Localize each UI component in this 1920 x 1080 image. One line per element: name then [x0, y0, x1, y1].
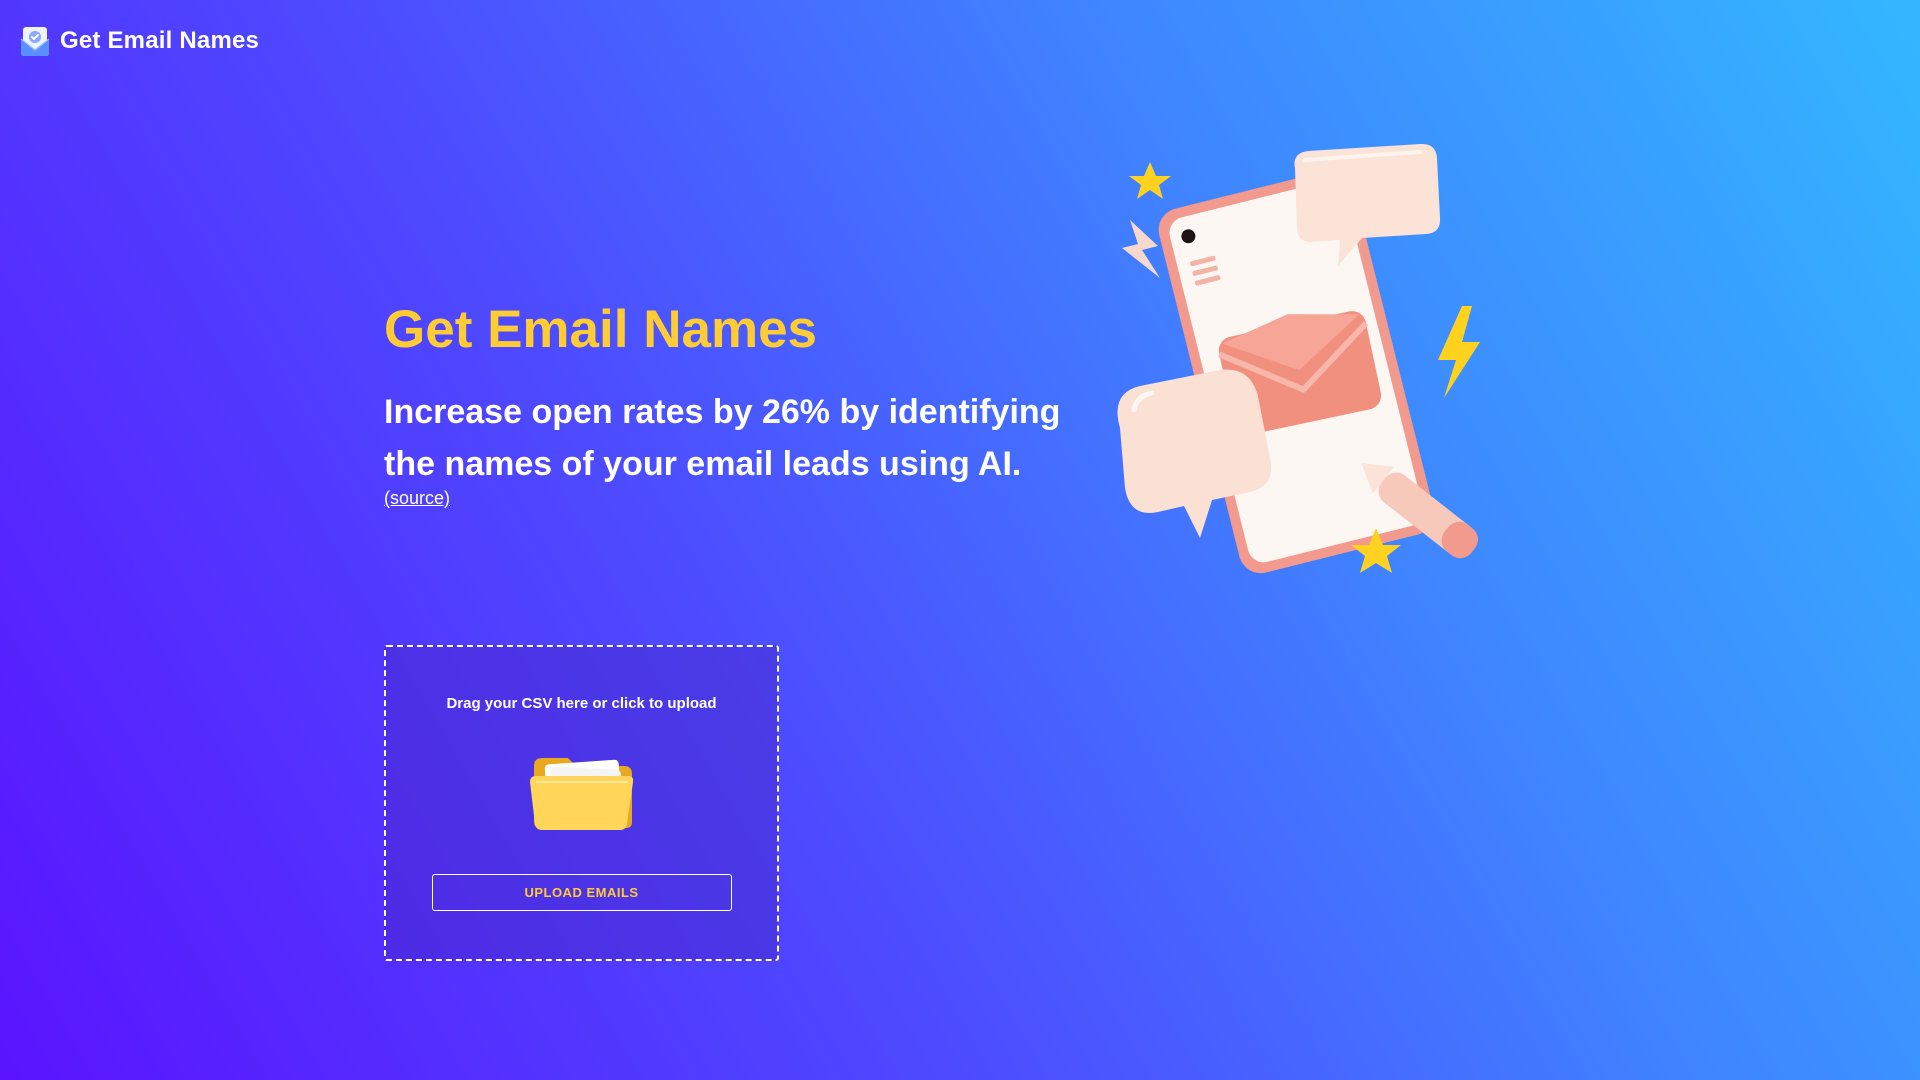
- upload-emails-button[interactable]: UPLOAD EMAILS: [431, 874, 732, 911]
- hero-title: Get Email Names: [384, 300, 818, 359]
- brand-name: Get Email Names: [60, 27, 260, 54]
- dropzone-instructions: Drag your CSV here or click to upload: [446, 695, 717, 712]
- star-icon: [1129, 162, 1171, 199]
- source-link[interactable]: (source): [384, 488, 450, 509]
- email-check-icon: [20, 27, 50, 56]
- lightning-icon: [1438, 306, 1480, 398]
- hero-subtitle: Increase open rates by 26% by identifyin…: [384, 392, 1061, 483]
- csv-dropzone[interactable]: Drag your CSV here or click to upload UP…: [384, 645, 779, 961]
- lightning-icon: [1122, 220, 1160, 278]
- folder-icon: [529, 758, 633, 830]
- hero-section: Get Email Names Increase open rates by 2…: [384, 300, 1064, 509]
- phone-envelope-chat-illustration: [1117, 143, 1480, 574]
- brand-logo-link[interactable]: Get Email Names: [20, 24, 259, 58]
